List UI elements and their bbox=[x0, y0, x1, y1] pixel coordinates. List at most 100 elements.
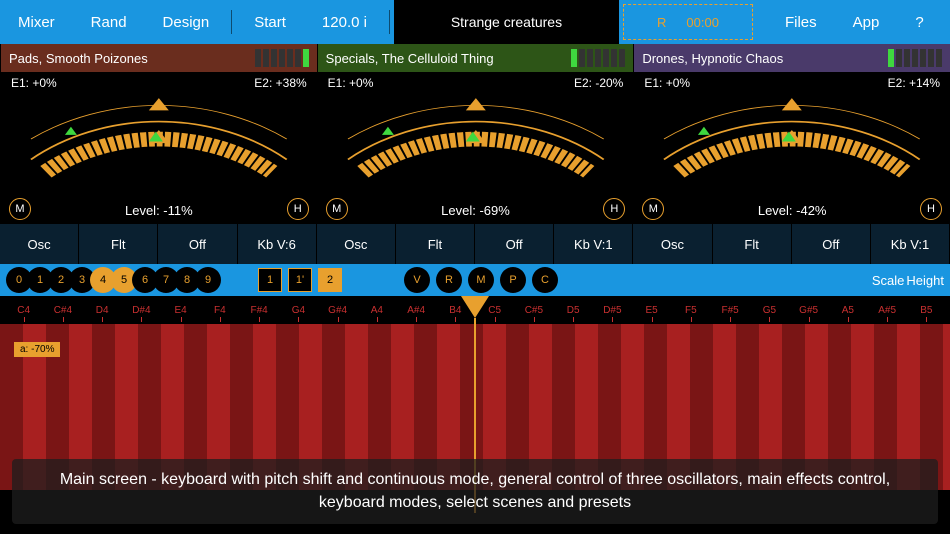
off-button[interactable]: Off bbox=[475, 224, 554, 264]
meter-bar bbox=[303, 49, 309, 67]
note-label: F4 bbox=[200, 305, 239, 316]
osc-button[interactable]: Osc bbox=[633, 224, 712, 264]
e2-value: E2: -20% bbox=[574, 76, 623, 90]
oscillator-panel: Specials, The Celluloid Thing E1: +0% E2… bbox=[317, 44, 634, 224]
effect-v-button[interactable]: V bbox=[404, 267, 430, 293]
meter-bar bbox=[579, 49, 585, 67]
meter-bar bbox=[295, 49, 301, 67]
osc-title: Specials, The Celluloid Thing bbox=[326, 51, 494, 66]
recorder-timer[interactable]: R 00:00 bbox=[623, 4, 753, 40]
note-label: D4 bbox=[83, 305, 122, 316]
playhead-icon[interactable] bbox=[461, 296, 489, 318]
level-meter bbox=[571, 49, 625, 67]
sub-controls-row: OscFltOffKb V:6OscFltOffKb V:1OscFltOffK… bbox=[0, 224, 950, 264]
note-label: A#5 bbox=[868, 305, 907, 316]
e1-value: E1: +0% bbox=[644, 76, 690, 90]
level-meter bbox=[888, 49, 942, 67]
mixer-button[interactable]: Mixer bbox=[0, 0, 73, 44]
meter-bar bbox=[920, 49, 926, 67]
meter-bar bbox=[888, 49, 894, 67]
effect-c-button[interactable]: C bbox=[532, 267, 558, 293]
note-label: B5 bbox=[907, 305, 946, 316]
osc-button[interactable]: Osc bbox=[0, 224, 79, 264]
design-button[interactable]: Design bbox=[145, 0, 228, 44]
flt-button[interactable]: Flt bbox=[713, 224, 792, 264]
preset-button[interactable]: 1' bbox=[288, 268, 312, 292]
effect-p-button[interactable]: P bbox=[500, 267, 526, 293]
meter-bar bbox=[595, 49, 601, 67]
osc-header[interactable]: Drones, Hypnotic Chaos bbox=[634, 44, 950, 72]
meter-bar bbox=[571, 49, 577, 67]
oscillator-panel: Pads, Smooth Poizones E1: +0% E2: +38% L… bbox=[0, 44, 317, 224]
note-label: F#4 bbox=[240, 305, 279, 316]
note-label: G#4 bbox=[318, 305, 357, 316]
note-label: G#5 bbox=[789, 305, 828, 316]
m-button[interactable]: M bbox=[326, 198, 348, 220]
flt-button[interactable]: Flt bbox=[79, 224, 158, 264]
start-button[interactable]: Start bbox=[236, 0, 304, 44]
osc-button[interactable]: Osc bbox=[317, 224, 396, 264]
meter-bar bbox=[912, 49, 918, 67]
note-label: E5 bbox=[632, 305, 671, 316]
scale-button[interactable]: Scale bbox=[872, 273, 905, 288]
note-label: F#5 bbox=[711, 305, 750, 316]
caption-overlay: Main screen - keyboard with pitch shift … bbox=[12, 459, 938, 524]
e1-value: E1: +0% bbox=[328, 76, 374, 90]
note-label: E4 bbox=[161, 305, 200, 316]
h-button[interactable]: H bbox=[287, 198, 309, 220]
h-button[interactable]: H bbox=[920, 198, 942, 220]
app-button[interactable]: App bbox=[835, 0, 898, 44]
top-toolbar: Mixer Rand Design Start 120.0 i Strange … bbox=[0, 0, 950, 44]
note-label: G4 bbox=[279, 305, 318, 316]
note-label: A4 bbox=[357, 305, 396, 316]
note-label: D#4 bbox=[122, 305, 161, 316]
tempo-display[interactable]: 120.0 i bbox=[304, 0, 385, 44]
meter-bar bbox=[279, 49, 285, 67]
patch-name[interactable]: Strange creatures bbox=[394, 0, 619, 44]
note-label: D#5 bbox=[593, 305, 632, 316]
meter-bar bbox=[904, 49, 910, 67]
level-value: Level: -11% bbox=[1, 203, 317, 218]
meter-bar bbox=[587, 49, 593, 67]
off-button[interactable]: Off bbox=[792, 224, 871, 264]
value-badge: a: -70% bbox=[14, 342, 60, 357]
meter-bar bbox=[255, 49, 261, 67]
meter-bar bbox=[619, 49, 625, 67]
meter-bar bbox=[611, 49, 617, 67]
meter-bar bbox=[287, 49, 293, 67]
meter-bar bbox=[896, 49, 902, 67]
height-button[interactable]: Height bbox=[906, 273, 944, 288]
osc-header[interactable]: Specials, The Celluloid Thing bbox=[318, 44, 634, 72]
meter-bar bbox=[263, 49, 269, 67]
note-label: G5 bbox=[750, 305, 789, 316]
level-meter bbox=[255, 49, 309, 67]
preset-button[interactable]: 2 bbox=[318, 268, 342, 292]
kb-button[interactable]: Kb V:1 bbox=[871, 224, 950, 264]
rand-button[interactable]: Rand bbox=[73, 0, 145, 44]
separator bbox=[231, 10, 232, 34]
flt-button[interactable]: Flt bbox=[396, 224, 475, 264]
scene-dot[interactable]: 9 bbox=[195, 267, 221, 293]
time-display: 00:00 bbox=[686, 15, 719, 30]
files-button[interactable]: Files bbox=[767, 0, 835, 44]
effect-m-button[interactable]: M bbox=[468, 267, 494, 293]
oscillator-panel: Drones, Hypnotic Chaos E1: +0% E2: +14% … bbox=[633, 44, 950, 224]
dial-area[interactable] bbox=[1, 94, 317, 184]
rec-label: R bbox=[657, 15, 666, 30]
e2-value: E2: +38% bbox=[254, 76, 306, 90]
off-button[interactable]: Off bbox=[158, 224, 237, 264]
level-value: Level: -69% bbox=[318, 203, 634, 218]
meter-bar bbox=[928, 49, 934, 67]
meter-bar bbox=[936, 49, 942, 67]
control-row: 0123456789 11'2 VRMPC Scale Height bbox=[0, 264, 950, 296]
kb-button[interactable]: Kb V:1 bbox=[554, 224, 633, 264]
dial-area[interactable] bbox=[634, 94, 950, 184]
help-button[interactable]: ? bbox=[897, 0, 941, 44]
dial-area[interactable] bbox=[318, 94, 634, 184]
note-label: A#4 bbox=[397, 305, 436, 316]
kb-button[interactable]: Kb V:6 bbox=[238, 224, 317, 264]
osc-header[interactable]: Pads, Smooth Poizones bbox=[1, 44, 317, 72]
effect-r-button[interactable]: R bbox=[436, 267, 462, 293]
preset-button[interactable]: 1 bbox=[258, 268, 282, 292]
m-button[interactable]: M bbox=[9, 198, 31, 220]
